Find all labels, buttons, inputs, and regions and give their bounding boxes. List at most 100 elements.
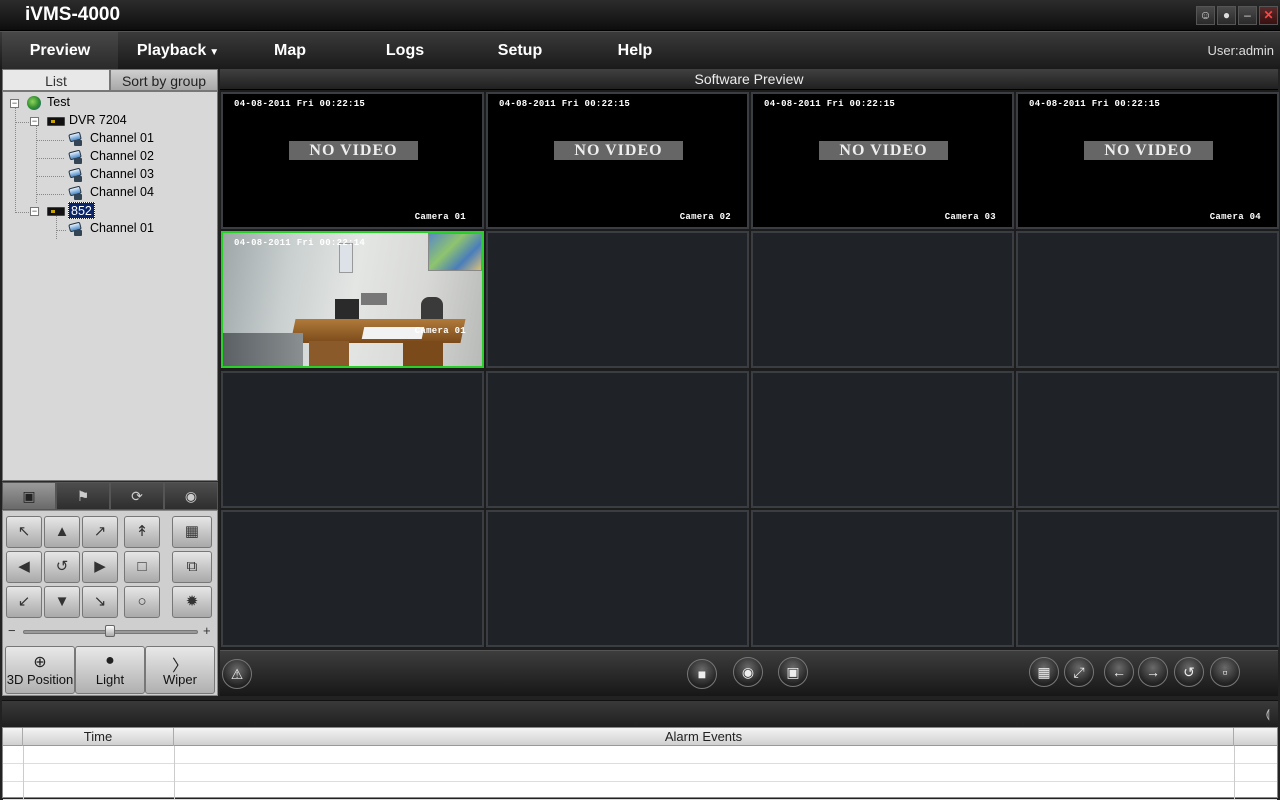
light-button[interactable]: ● Light xyxy=(75,646,145,694)
osd-camera: Camera 02 xyxy=(679,212,731,222)
minimize-icon[interactable]: – xyxy=(1238,6,1257,25)
alarm-bar: ⟬ xyxy=(2,700,1278,727)
collapse-toggle[interactable]: − xyxy=(30,207,39,216)
ptz-right-icon[interactable]: ▶ xyxy=(82,551,118,583)
camera-icon xyxy=(68,221,84,236)
osd-date: 04-08-2011 Fri 00:22:15 xyxy=(499,99,631,109)
speed-plus: + xyxy=(203,623,211,638)
previous-icon[interactable]: ← xyxy=(1104,657,1134,687)
camera-icon xyxy=(68,185,84,200)
no-video-label: NO VIDEO xyxy=(1084,141,1213,160)
ptz-left-icon[interactable]: ◀ xyxy=(6,551,42,583)
video-cell-13[interactable] xyxy=(221,510,484,647)
collapse-toggle[interactable]: − xyxy=(30,117,39,126)
tree-channel[interactable]: Channel 01 xyxy=(90,130,154,147)
osd-date: 04-08-2011 Fri 00:22:15 xyxy=(764,99,896,109)
menu-bar: Preview Playback ▼ Map Logs Setup Help Us… xyxy=(0,31,1280,69)
zoom-out-icon[interactable]: □ xyxy=(124,551,160,583)
record-icon[interactable]: ◉ xyxy=(733,657,763,687)
camera-icon xyxy=(68,167,84,182)
patrol-icon[interactable]: ⟳ xyxy=(110,482,164,510)
video-cell-14[interactable] xyxy=(486,510,749,647)
tab-sort-by-group[interactable]: Sort by group xyxy=(110,69,218,91)
video-cell-6[interactable] xyxy=(486,231,749,368)
focus-near-icon[interactable]: ↟ xyxy=(124,516,160,548)
collapse-toggle[interactable]: − xyxy=(10,99,19,108)
osd-date: 04-08-2011 Fri 00:22:15 xyxy=(1029,99,1161,109)
menu-help[interactable]: Help xyxy=(577,32,693,69)
ptz-auto-icon[interactable]: ↺ xyxy=(44,551,80,583)
osd-camera: Camera 01 xyxy=(414,326,466,336)
light-label: Light xyxy=(95,672,125,687)
ptz-tabs: ▣ ⚑ ⟳ ◉ xyxy=(2,482,218,510)
video-cell-7[interactable] xyxy=(751,231,1014,368)
video-cell-3[interactable]: 04-08-2011 Fri 00:22:15 NO VIDEO Camera … xyxy=(751,92,1014,229)
alarm-table: Time Alarm Events xyxy=(2,727,1278,800)
video-cell-16[interactable] xyxy=(1016,510,1279,647)
ptz-down-left-icon[interactable]: ↙ xyxy=(6,586,42,618)
tree-device-dvr7204[interactable]: DVR 7204 xyxy=(69,112,127,129)
preview-toolbar: ⚠ ■ ◉ ▣ ▦ ⤢ ← → ↺ ▫ xyxy=(220,650,1278,696)
menu-playback[interactable]: Playback ▼ xyxy=(120,32,236,69)
next-icon[interactable]: → xyxy=(1138,657,1168,687)
tree-channel[interactable]: Channel 03 xyxy=(90,166,154,183)
table-row xyxy=(3,746,1277,764)
video-cell-15[interactable] xyxy=(751,510,1014,647)
ptz-down-icon[interactable]: ▼ xyxy=(44,586,80,618)
video-cell-5[interactable]: 04-08-2011 Fri 00:22:14 Camera 01 xyxy=(221,231,484,368)
tree-root-test[interactable]: Test xyxy=(47,94,70,111)
wiper-button[interactable]: 〉 Wiper xyxy=(145,646,215,694)
ptz-up-right-icon[interactable]: ↗ xyxy=(82,516,118,548)
tree-channel[interactable]: Channel 04 xyxy=(90,184,154,201)
alarm-col-time[interactable]: Time xyxy=(23,728,174,746)
alarm-icon[interactable]: ⚠ xyxy=(222,659,252,689)
video-cell-11[interactable] xyxy=(751,371,1014,508)
device-tree: − Test − DVR 7204 Channel 01 Channel 02 … xyxy=(2,91,218,481)
iris-close-icon[interactable]: ○ xyxy=(124,586,160,618)
3d-position-button[interactable]: ⊕ 3D Position xyxy=(5,646,75,694)
ptz-up-icon[interactable]: ▲ xyxy=(44,516,80,548)
cycle-icon[interactable]: ↺ xyxy=(1174,657,1204,687)
tree-channel[interactable]: Channel 01 xyxy=(90,220,154,237)
layout-icon[interactable]: ▦ xyxy=(1029,657,1059,687)
fullscreen-icon[interactable]: ⤢ xyxy=(1064,657,1094,687)
video-cell-10[interactable] xyxy=(486,371,749,508)
video-cell-9[interactable] xyxy=(221,371,484,508)
ptz-control-icon[interactable]: ▣ xyxy=(2,482,56,510)
alarm-col-blank xyxy=(3,728,23,746)
ptz-up-left-icon[interactable]: ↖ xyxy=(6,516,42,548)
capture-icon[interactable]: ▣ xyxy=(778,657,808,687)
window-icon[interactable]: ▫ xyxy=(1210,657,1240,687)
wiper-label: Wiper xyxy=(163,672,197,687)
tree-device-852[interactable]: 852 xyxy=(68,202,95,219)
menu-map[interactable]: Map xyxy=(232,32,348,69)
video-cell-2[interactable]: 04-08-2011 Fri 00:22:15 NO VIDEO Camera … xyxy=(486,92,749,229)
video-cell-1[interactable]: 04-08-2011 Fri 00:22:15 NO VIDEO Camera … xyxy=(221,92,484,229)
alarm-col-events[interactable]: Alarm Events xyxy=(174,728,1234,746)
menu-setup[interactable]: Setup xyxy=(462,32,578,69)
menu-preview[interactable]: Preview xyxy=(2,32,118,69)
zoom-in-icon[interactable]: ⧉ xyxy=(172,551,212,583)
speed-slider-thumb[interactable] xyxy=(105,625,115,637)
dvr-icon xyxy=(47,117,65,126)
tree-channel[interactable]: Channel 02 xyxy=(90,148,154,165)
focus-far-icon[interactable]: ▦ xyxy=(172,516,212,548)
no-video-label: NO VIDEO xyxy=(289,141,418,160)
color-icon[interactable]: ◉ xyxy=(164,482,218,510)
menu-logs[interactable]: Logs xyxy=(347,32,463,69)
lock-icon[interactable]: ● xyxy=(1217,6,1236,25)
ptz-down-right-icon[interactable]: ↘ xyxy=(82,586,118,618)
chevron-down-icon: ▼ xyxy=(209,47,220,58)
pin-icon[interactable]: ⟬ xyxy=(1266,707,1270,722)
preset-icon[interactable]: ⚑ xyxy=(56,482,110,510)
video-cell-8[interactable] xyxy=(1016,231,1279,368)
video-cell-12[interactable] xyxy=(1016,371,1279,508)
stop-all-icon[interactable]: ■ xyxy=(687,659,717,689)
close-icon[interactable]: ✕ xyxy=(1259,6,1278,25)
video-cell-4[interactable]: 04-08-2011 Fri 00:22:15 NO VIDEO Camera … xyxy=(1016,92,1279,229)
app-title: iVMS-4000 xyxy=(25,4,121,25)
iris-open-icon[interactable]: ✹ xyxy=(172,586,212,618)
3d-position-label: 3D Position xyxy=(6,672,74,687)
user-icon[interactable]: ☺ xyxy=(1196,6,1215,25)
tab-list[interactable]: List xyxy=(2,69,110,91)
